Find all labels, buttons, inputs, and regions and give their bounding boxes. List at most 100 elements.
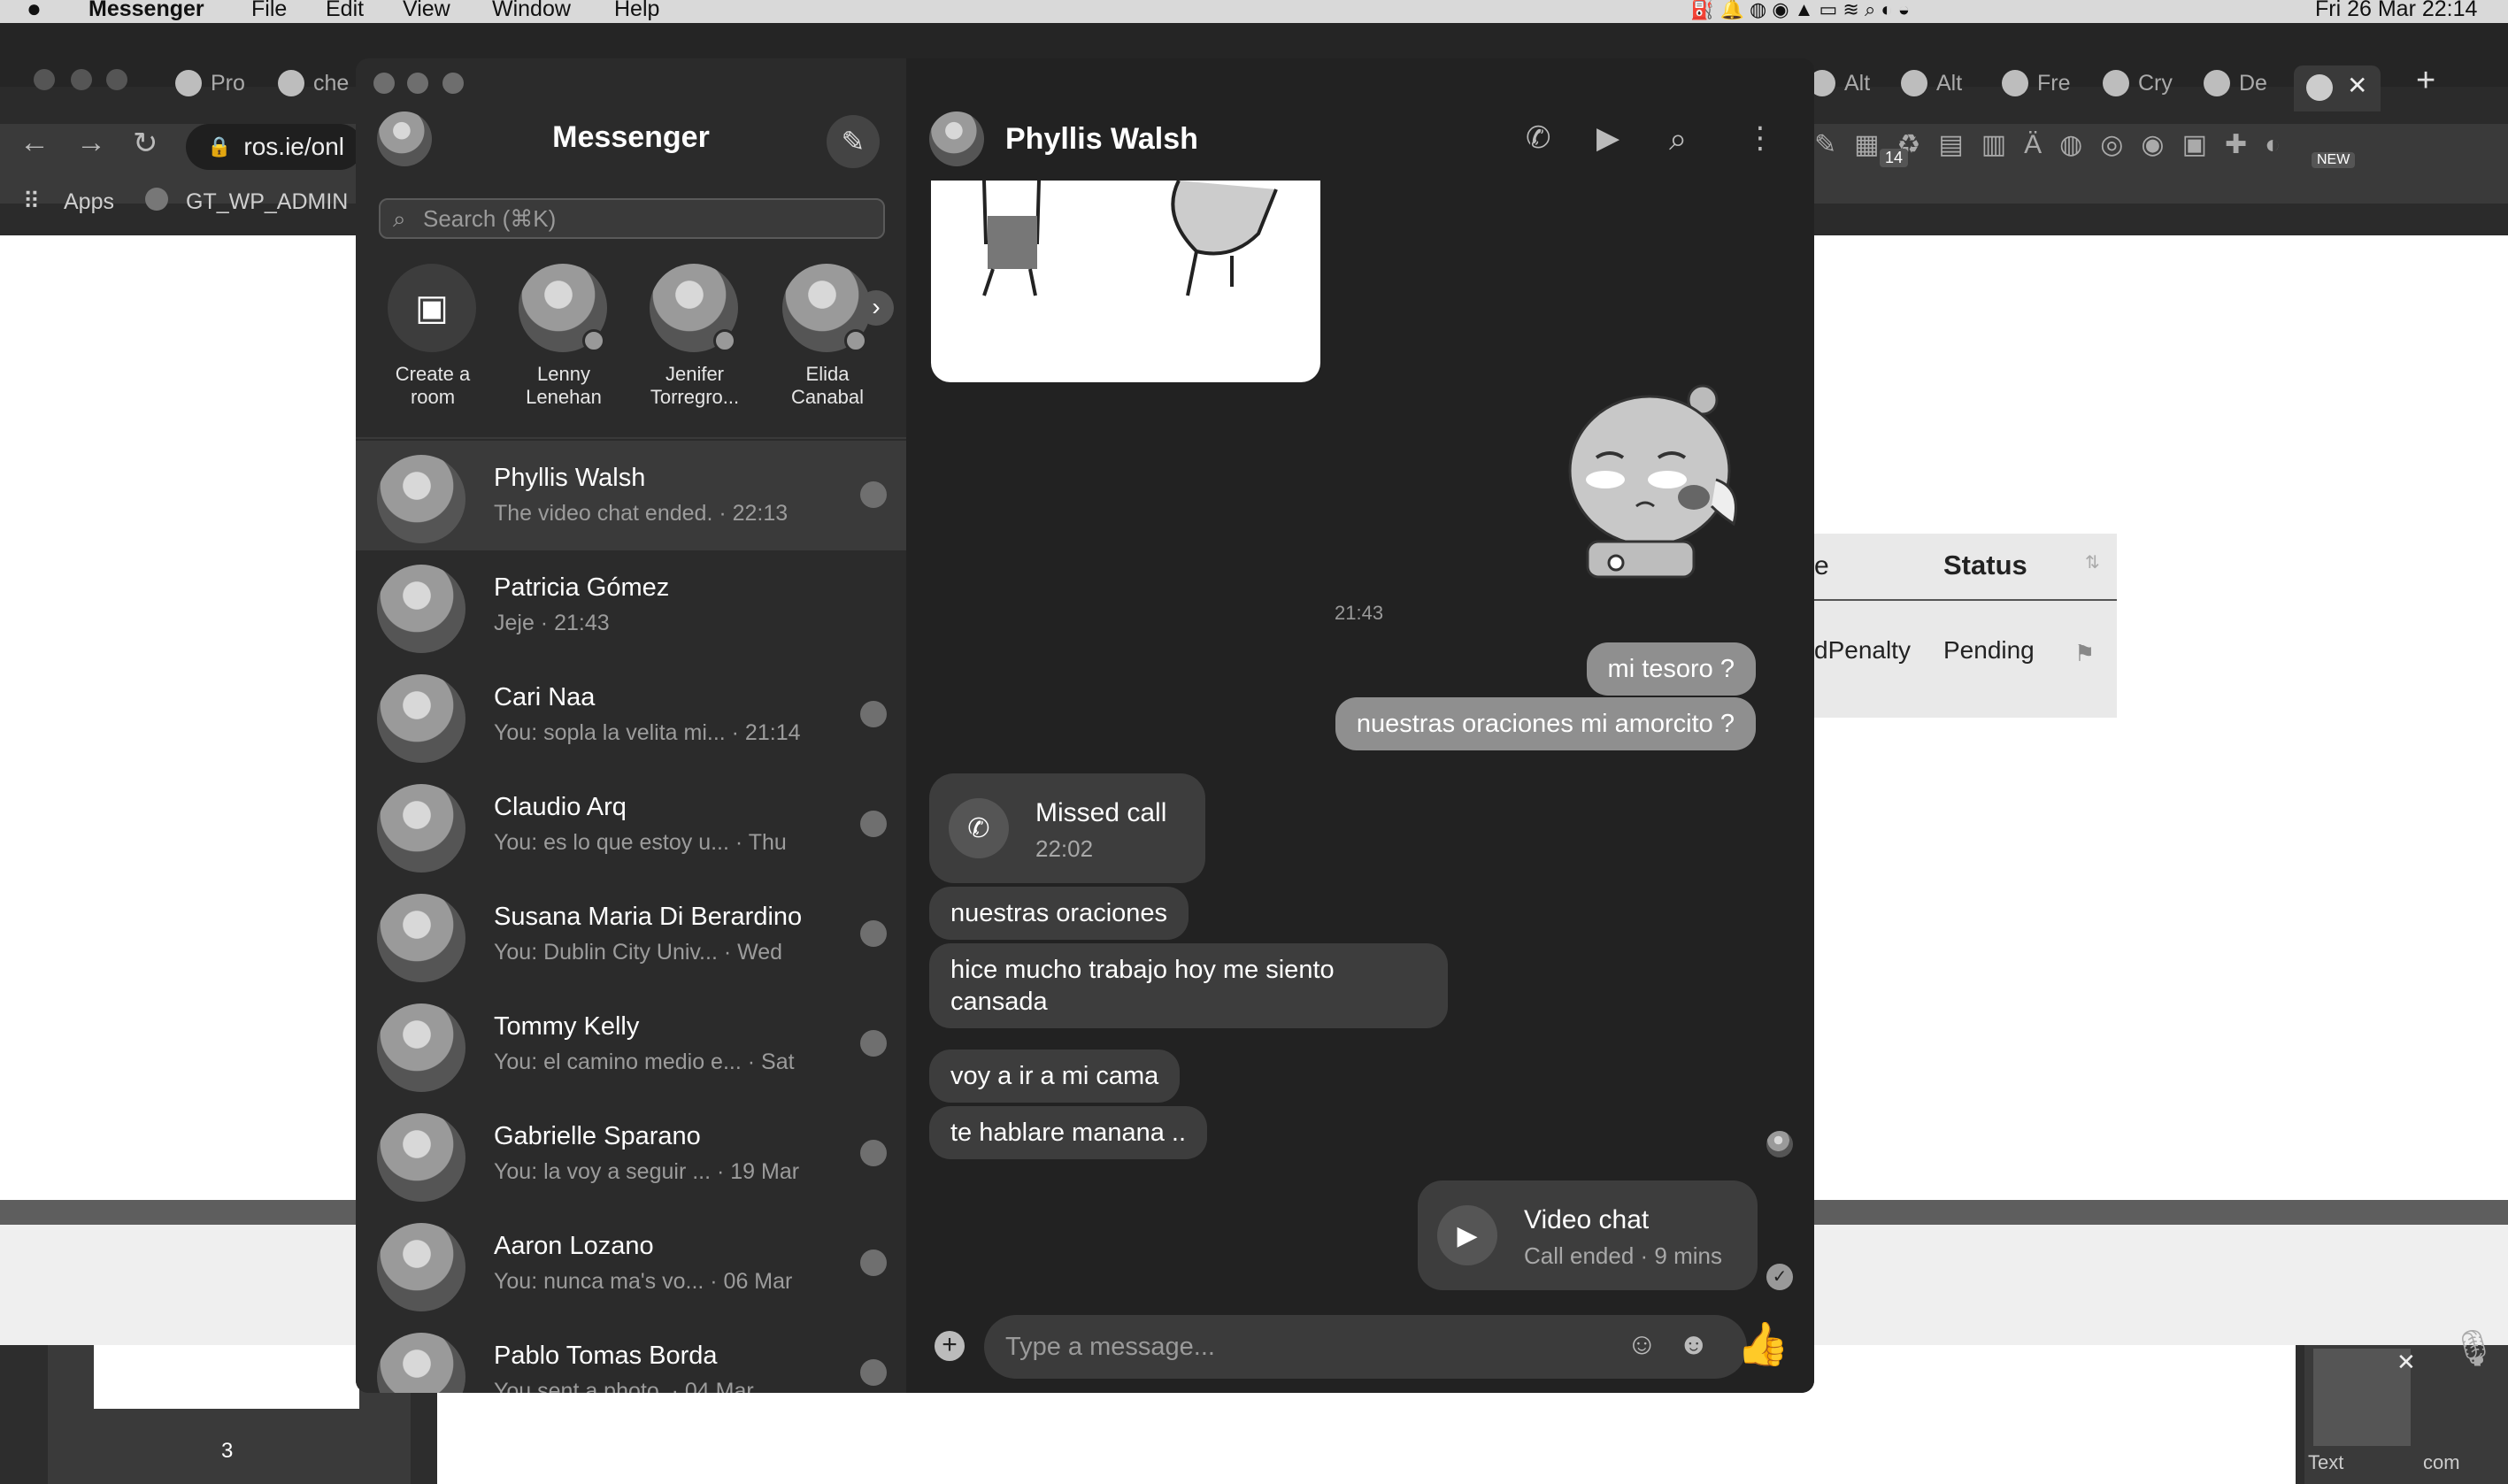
more-options-icon[interactable]: ⋮ — [1745, 120, 1781, 156]
seen-avatar — [860, 1249, 887, 1276]
menu-window[interactable]: Window — [492, 0, 571, 21]
extension-icons[interactable]: ✎▦♻▤▥Ä◍◎◉▣✚◐ — [1814, 129, 2487, 173]
browser-tab[interactable]: Fre — [2002, 65, 2071, 101]
new-tab-icon[interactable]: + — [2416, 62, 2435, 100]
conversation-item[interactable]: Claudio Arq You: es lo que estoy u... · … — [356, 770, 906, 880]
address-bar-url: ros.ie/onl — [243, 133, 345, 160]
video-camera-icon[interactable]: ▶ — [1596, 120, 1632, 156]
bookmark-apps[interactable]: Apps — [64, 189, 114, 215]
menu-edit[interactable]: Edit — [326, 0, 364, 21]
browser-tab[interactable]: Pro — [175, 65, 245, 101]
browser-zoom-light[interactable] — [106, 69, 127, 90]
conversation-snippet: You: nunca ma's vo... · 06 Mar — [494, 1269, 793, 1294]
reload-icon[interactable]: ↻ — [133, 126, 158, 161]
video-plus-icon: ▣ — [415, 288, 449, 327]
message-bubble-incoming[interactable]: hice mucho trabajo hoy me siento cansada — [929, 943, 1448, 1028]
conversation-snippet: The video chat ended. · 22:13 — [494, 501, 789, 526]
window-zoom-button[interactable] — [442, 73, 464, 94]
sticker-image[interactable] — [931, 180, 1320, 382]
menu-view[interactable]: View — [403, 0, 450, 21]
missed-call-card[interactable]: ✆ Missed call 22:02 — [929, 773, 1205, 883]
missed-call-title: Missed call — [1035, 798, 1167, 827]
delivered-check-icon: ✓ — [1766, 1264, 1793, 1290]
video-chat-card[interactable]: ▶ Video chat Call ended · 9 mins — [1418, 1180, 1758, 1290]
conversation-item[interactable]: Tommy Kelly You: el camino medio e... · … — [356, 989, 906, 1099]
close-icon[interactable]: ✕ — [2396, 1349, 2416, 1376]
window-minimize-button[interactable] — [407, 73, 428, 94]
sort-icon[interactable]: ⇅ — [2085, 551, 2100, 573]
address-bar[interactable]: 🔒 ros.ie/onl — [186, 124, 363, 170]
message-text: cansada — [950, 988, 1048, 1016]
conversation-item[interactable]: Aaron Lozano You: nunca ma's vo... · 06 … — [356, 1209, 906, 1319]
missed-call-time: 22:02 — [1035, 835, 1094, 862]
status-dot — [582, 329, 605, 352]
create-room-button[interactable]: ▣ — [388, 264, 476, 352]
browser-tab[interactable]: De — [2204, 65, 2267, 101]
search-input[interactable]: ⌕ Search (⌘K) — [379, 198, 885, 239]
menu-file[interactable]: File — [251, 0, 287, 21]
browser-minimize-light[interactable] — [71, 69, 92, 90]
new-message-icon[interactable]: ✎ — [827, 115, 880, 168]
avatar — [377, 455, 465, 543]
microphone-icon[interactable]: 🎙 — [2451, 1327, 2496, 1369]
contact-avatar[interactable] — [929, 111, 984, 166]
conversation-snippet: You: la voy a seguir ... · 19 Mar — [494, 1159, 800, 1184]
close-tab-icon[interactable]: ✕ — [2347, 71, 2367, 100]
conversation-item[interactable]: Patricia Gómez Jeje · 21:43 — [356, 550, 906, 660]
conversation-snippet: You: es lo que estoy u... · Thu — [494, 830, 787, 855]
flag-icon[interactable]: ⚑ — [2074, 640, 2095, 667]
chevron-right-icon[interactable]: › — [858, 290, 894, 326]
conversation-snippet: You: Dublin City Univ... · Wed — [494, 940, 783, 965]
story-label: Create a room — [395, 363, 471, 408]
browser-tab[interactable]: Alt — [1809, 65, 1870, 101]
message-bubble-incoming[interactable]: te hablare manana .. — [929, 1106, 1208, 1159]
conversation-item[interactable]: Phyllis Walsh The video chat ended. · 22… — [356, 441, 906, 550]
sticker-icon[interactable]: ☺ — [1627, 1327, 1658, 1362]
back-icon[interactable]: ← — [19, 126, 50, 160]
emoji-icon[interactable]: ☻ — [1678, 1327, 1710, 1362]
browser-close-light[interactable] — [34, 69, 55, 90]
browser-tab[interactable]: che — [278, 65, 349, 101]
menu-help[interactable]: Help — [614, 0, 659, 21]
avatar — [377, 784, 465, 873]
browser-tab[interactable]: Alt — [1901, 65, 1962, 101]
message-bubble-incoming[interactable]: nuestras oraciones — [929, 887, 1189, 940]
message-bubble-incoming[interactable]: voy a ir a mi cama — [929, 1050, 1181, 1103]
apps-grid-icon[interactable]: ⠿ — [23, 188, 40, 215]
browser-tab[interactable]: Cry — [2103, 65, 2173, 101]
chat-pane: Phyllis Walsh ✆ ▶ ⌕ ⋮ 21:43 mi tesoro ? … — [906, 58, 1814, 1393]
story-label: Lenny Lenehan — [526, 363, 602, 408]
forward-icon[interactable]: → — [76, 126, 106, 160]
conversation-item[interactable]: Cari Naa You: sopla la velita mi... · 21… — [356, 660, 906, 770]
message-timestamp: 21:43 — [1335, 602, 1384, 624]
window-close-button[interactable] — [373, 73, 395, 94]
thumbs-up-icon[interactable]: 👍 — [1736, 1319, 1789, 1369]
conversation-item[interactable]: Gabrielle Sparano You: la voy a seguir .… — [356, 1099, 906, 1209]
tab-favicon-icon — [278, 70, 304, 96]
bookmark-gt-wp-admin[interactable]: GT_WP_ADMIN — [186, 189, 348, 215]
conversation-name: Patricia Gómez — [494, 573, 670, 602]
search-icon[interactable]: ⌕ — [1669, 120, 1704, 157]
browser-active-tab[interactable]: ✕ — [2294, 65, 2381, 111]
add-attachment-icon[interactable]: + — [935, 1331, 965, 1361]
status-icons[interactable]: ⛽ 🔔 ◍ ◉ ▲ ▭ ≋ ⌕ ◐ ◒ — [1690, 0, 1910, 21]
phone-icon[interactable]: ✆ — [1526, 120, 1561, 156]
menubar-app-name[interactable]: Messenger — [88, 0, 204, 21]
conversation-snippet: You sent a photo. · 04 Mar — [494, 1379, 754, 1393]
divider — [356, 437, 906, 439]
tab-favicon-icon — [1901, 70, 1927, 96]
crying-sticker[interactable] — [1561, 373, 1747, 586]
background-table: e Status ⇅ dPenalty Pending ⚑ — [1814, 534, 2117, 718]
conversation-name: Pablo Tomas Borda — [494, 1342, 718, 1370]
message-bubble-outgoing[interactable]: mi tesoro ? — [1586, 642, 1756, 696]
avatar — [377, 1003, 465, 1092]
chat-contact-name[interactable]: Phyllis Walsh — [1005, 122, 1198, 157]
conversation-item[interactable]: Pablo Tomas Borda You sent a photo. · 04… — [356, 1319, 906, 1393]
conversation-item[interactable]: Susana Maria Di Berardino You: Dublin Ci… — [356, 880, 906, 989]
sidebar-title: Messenger — [552, 120, 710, 154]
apple-icon[interactable]: ● — [27, 0, 42, 21]
menubar-clock[interactable]: Fri 26 Mar 22:14 — [2315, 0, 2477, 22]
table-header-status[interactable]: Status — [1943, 550, 2027, 581]
conversation-snippet: You: sopla la velita mi... · 21:14 — [494, 720, 801, 745]
message-bubble-outgoing[interactable]: nuestras oraciones mi amorcito ? — [1335, 697, 1756, 750]
